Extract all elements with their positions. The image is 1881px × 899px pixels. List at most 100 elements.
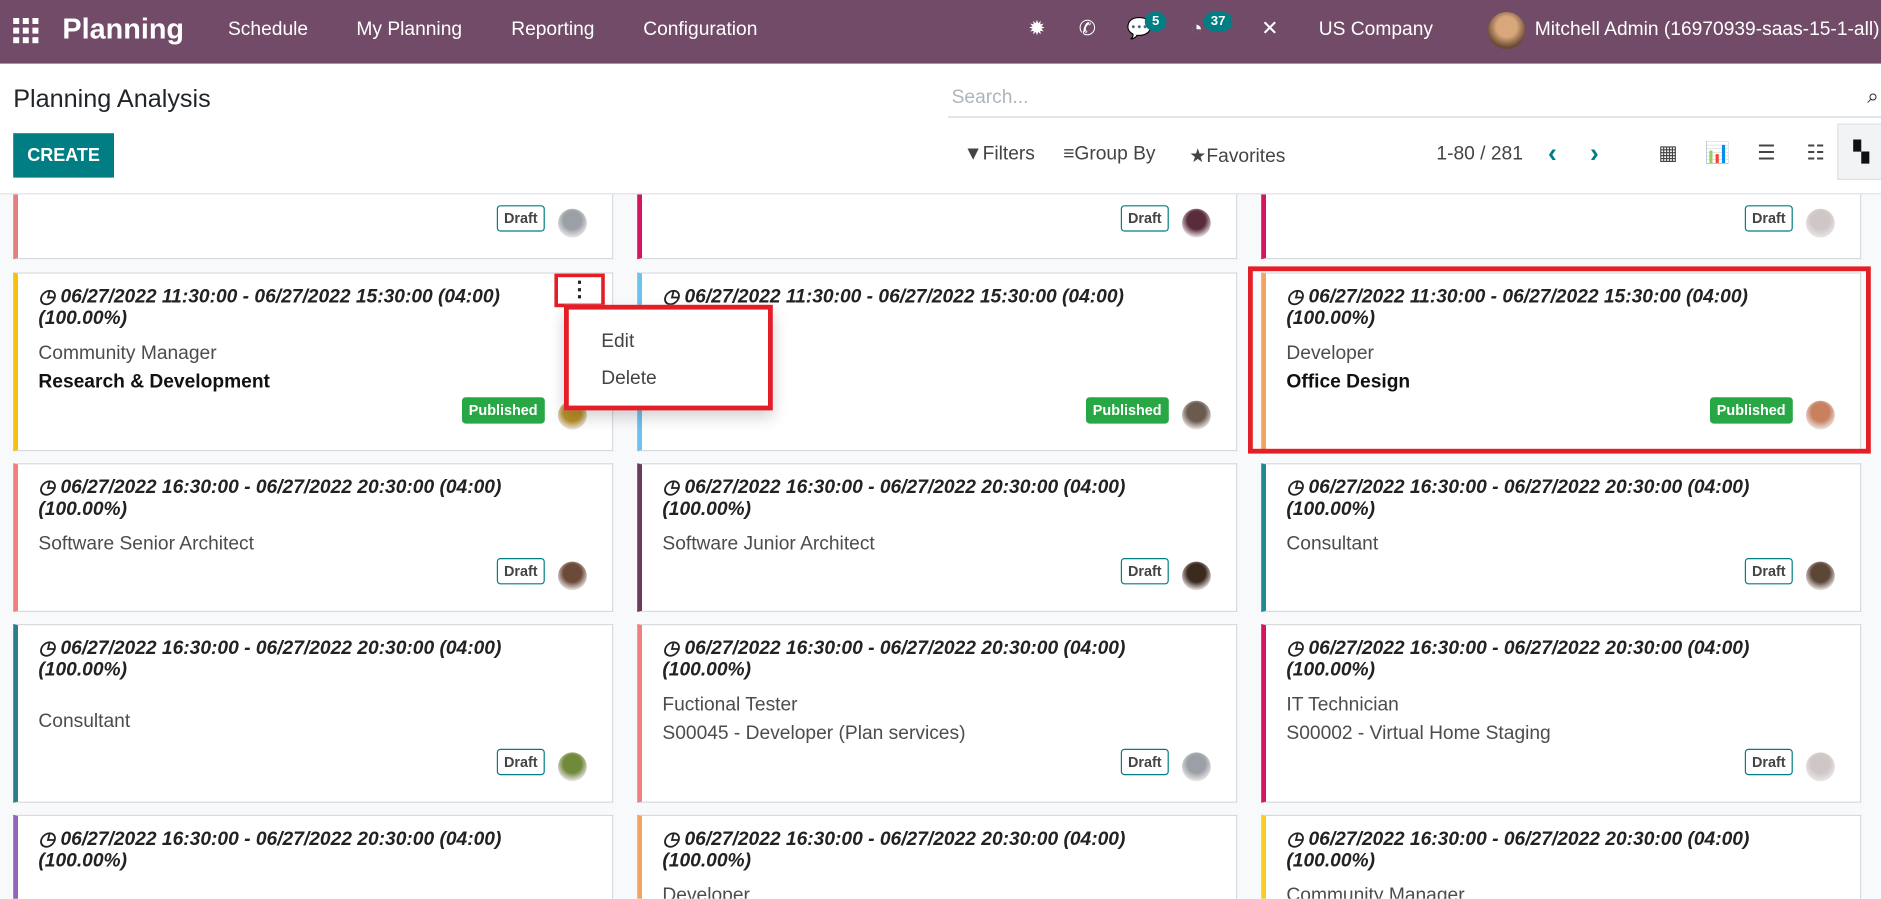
activities-count-badge: 37	[1203, 12, 1233, 32]
clock-icon: ◷	[38, 638, 61, 659]
shift-datetime: ◷ 06/27/2022 16:30:00 - 06/27/2022 20:30…	[662, 829, 1126, 850]
planning-card[interactable]: ◷ 06/27/2022 16:30:00 - 06/27/2022 20:30…	[13, 463, 614, 612]
shift-datetime: ◷ 06/27/2022 16:30:00 - 06/27/2022 20:30…	[662, 638, 1126, 659]
shift-role: Community Manager	[1286, 885, 1465, 899]
menu-my-planning[interactable]: My Planning	[356, 19, 462, 41]
search-icon[interactable]: ⌕	[1867, 85, 1878, 109]
status-badge: Draft	[1744, 748, 1793, 776]
allocation-percent: (100.00%)	[38, 660, 127, 681]
clock-icon: ◷	[38, 286, 61, 308]
status-badge: Published	[1709, 397, 1793, 424]
messages-count-badge: 5	[1144, 12, 1167, 32]
employee-avatar[interactable]	[1182, 561, 1211, 591]
shift-sale-line: S00002 - Virtual Home Staging	[1286, 723, 1551, 744]
filters-button[interactable]: ▼Filters	[964, 144, 1035, 166]
edit-menu-item[interactable]: Edit	[601, 331, 634, 353]
list-icon: ≡	[1063, 144, 1075, 165]
employee-avatar[interactable]	[1182, 400, 1211, 430]
status-badge: Published	[1085, 397, 1169, 424]
planning-card[interactable]: ◷ 06/27/2022 16:30:00 - 06/27/2022 20:30…	[637, 463, 1238, 612]
allocation-percent: (100.00%)	[38, 308, 127, 329]
favorites-button[interactable]: ★Favorites	[1189, 144, 1285, 168]
user-avatar[interactable]	[1488, 12, 1526, 50]
employee-avatar[interactable]	[558, 752, 587, 782]
clock-icon: ◷	[1286, 477, 1309, 499]
status-badge: Draft	[496, 558, 545, 585]
pager-value[interactable]: 1-80 / 281	[1436, 144, 1522, 166]
status-badge: Published	[461, 397, 545, 424]
allocation-percent: (100.00%)	[1286, 308, 1375, 329]
apps-menu-icon[interactable]	[13, 18, 39, 44]
shift-datetime: ◷ 06/27/2022 16:30:00 - 06/27/2022 20:30…	[1286, 477, 1750, 499]
clock-icon: ◷	[1286, 829, 1309, 850]
shift-role: Consultant	[38, 711, 131, 732]
planning-card[interactable]: ◷ 06/27/2022 11:30:00 - 06/27/2022 15:30…	[1261, 272, 1862, 452]
shift-role: Consultant	[1286, 534, 1379, 555]
status-badge: Draft	[1744, 205, 1793, 232]
planning-card[interactable]: ◷ 06/27/2022 16:30:00 - 06/27/2022 20:30…	[637, 624, 1238, 803]
clock-icon: ◷	[38, 829, 61, 850]
shift-project: Research & Development	[38, 372, 270, 393]
clock-icon: ◷	[662, 477, 685, 499]
clock-icon: ◷	[662, 829, 685, 850]
shift-role: Software Senior Architect	[38, 534, 254, 555]
phone-icon[interactable]: ✆	[1079, 17, 1096, 41]
employee-avatar[interactable]	[1806, 208, 1835, 238]
star-icon: ★	[1189, 146, 1207, 167]
clock-icon: ◷	[1286, 638, 1309, 659]
shift-role: Developer	[1286, 343, 1374, 364]
tools-icon[interactable]: ✕	[1261, 17, 1278, 41]
clock-icon: ◷	[662, 638, 685, 659]
employee-avatar[interactable]	[1806, 752, 1835, 782]
shift-role: Software Junior Architect	[662, 534, 875, 555]
card-options-dropdown: Edit Delete	[564, 304, 773, 411]
filter-icon: ▼	[963, 144, 983, 165]
planning-card[interactable]: ◷ 06/27/2022 11:30:00 - 06/27/2022 15:30…	[13, 272, 614, 452]
menu-reporting[interactable]: Reporting	[511, 19, 594, 41]
user-menu[interactable]: Mitchell Admin (16970939-saas-15-1-all)	[1535, 19, 1880, 41]
allocation-percent: (100.00%)	[1286, 660, 1375, 681]
graph-view-button[interactable]: 📊	[1699, 142, 1735, 166]
card-options-icon[interactable]: ⋮	[554, 273, 605, 308]
shift-role: Fuctional Tester	[662, 694, 798, 716]
shift-sale-line: S00045 - Developer (Plan services)	[662, 723, 966, 744]
shift-datetime: ◷ 06/27/2022 16:30:00 - 06/27/2022 20:30…	[38, 829, 502, 850]
shift-datetime: ◷ 06/27/2022 16:30:00 - 06/27/2022 20:30…	[1286, 638, 1750, 659]
company-switcher[interactable]: US Company	[1319, 19, 1433, 41]
status-badge: Draft	[496, 205, 545, 232]
shift-datetime: ◷ 06/27/2022 16:30:00 - 06/27/2022 20:30…	[1286, 829, 1750, 850]
planning-card[interactable]: ◷ 06/27/2022 16:30:00 - 06/27/2022 20:30…	[1261, 463, 1862, 612]
kanban-view-button[interactable]: ▚	[1837, 123, 1881, 180]
planning-card[interactable]: ◷ 06/27/2022 16:30:00 - 06/27/2022 20:30…	[1261, 814, 1862, 899]
pager-next-button[interactable]: ›	[1590, 138, 1599, 169]
planning-card[interactable]: ◷ 06/27/2022 16:30:00 - 06/27/2022 20:30…	[13, 624, 614, 803]
employee-avatar[interactable]	[558, 561, 587, 591]
group-by-button[interactable]: ≡Group By	[1063, 144, 1155, 166]
activities-icon[interactable]: ◔	[1190, 17, 1202, 41]
top-navbar: Planning Schedule My Planning Reporting …	[0, 0, 1881, 64]
gantt-view-button[interactable]: ☰	[1748, 142, 1784, 166]
list-view-button[interactable]: ▦	[1650, 142, 1686, 166]
pager-previous-button[interactable]: ‹	[1548, 138, 1557, 169]
shift-project: Office Design	[1286, 372, 1411, 393]
planning-card[interactable]: ◷ 06/27/2022 16:30:00 - 06/27/2022 20:30…	[1261, 624, 1862, 803]
planning-card[interactable]: ◷ 06/27/2022 16:30:00 - 06/27/2022 20:30…	[13, 814, 614, 899]
app-name[interactable]: Planning	[62, 13, 184, 47]
allocation-percent: (100.00%)	[38, 499, 127, 520]
employee-avatar[interactable]	[1182, 752, 1211, 782]
employee-avatar[interactable]	[1806, 561, 1835, 591]
bug-icon[interactable]: ✹	[1028, 17, 1045, 41]
create-button[interactable]: CREATE	[13, 133, 115, 178]
delete-menu-item[interactable]: Delete	[601, 368, 657, 390]
list-alt-view-button[interactable]: ☷	[1798, 142, 1834, 166]
menu-schedule[interactable]: Schedule	[228, 19, 308, 41]
shift-datetime: ◷ 06/27/2022 11:30:00 - 06/27/2022 15:30…	[38, 286, 500, 308]
employee-avatar[interactable]	[558, 208, 587, 238]
planning-card[interactable]: ◷ 06/27/2022 16:30:00 - 06/27/2022 20:30…	[637, 814, 1238, 899]
status-badge: Draft	[1744, 558, 1793, 585]
search-input[interactable]	[948, 80, 1881, 118]
status-badge: Draft	[1120, 748, 1169, 776]
employee-avatar[interactable]	[1182, 208, 1211, 238]
employee-avatar[interactable]	[1806, 400, 1835, 430]
menu-configuration[interactable]: Configuration	[643, 19, 757, 41]
